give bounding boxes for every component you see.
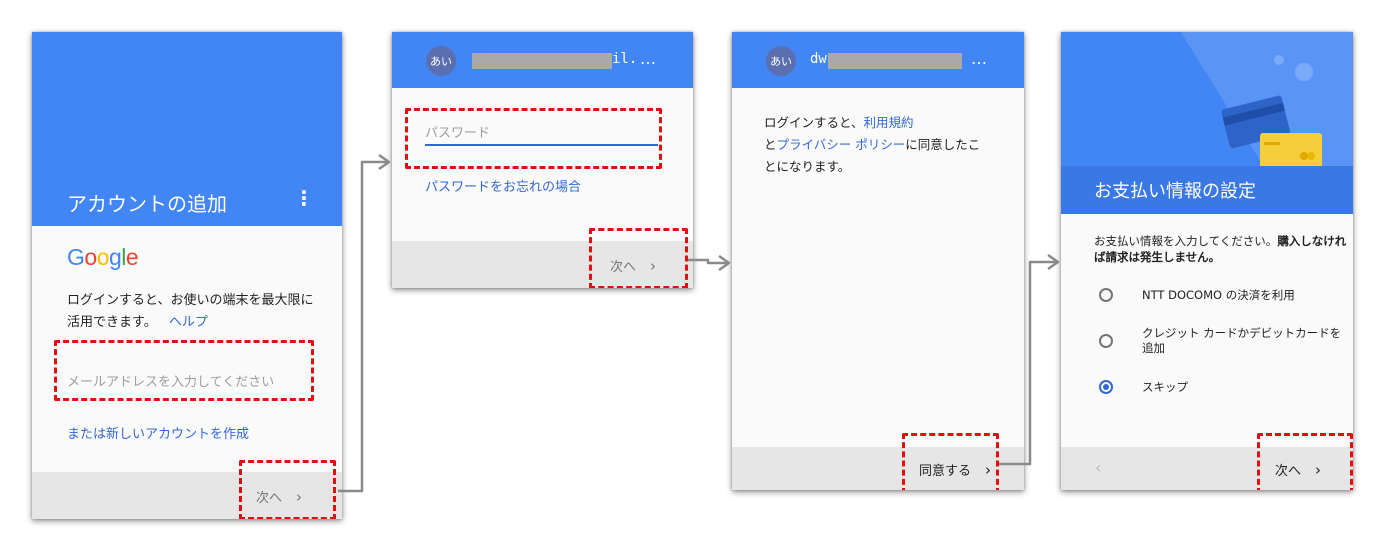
- masked-account: [472, 53, 612, 69]
- highlight-email: [54, 340, 314, 401]
- more-horiz-icon[interactable]: …: [640, 49, 656, 68]
- screen-add-account: アカウントの追加 ⋮ Google ログインすると、お使いの端末を最大限に活用で…: [32, 32, 342, 519]
- screen-terms: あい dw … ログインすると、利用規約 とプライバシー ポリシーに同意したこと…: [732, 32, 1024, 490]
- masked-account: [828, 53, 962, 69]
- login-description: ログインすると、お使いの端末を最大限に活用できます。 ヘルプ: [67, 293, 314, 330]
- payment-intro: お支払い情報を入力してください。購入しなければ請求は発生しません。: [1094, 234, 1347, 264]
- music-circle: [1295, 63, 1313, 81]
- header: アカウントの追加 ⋮: [32, 32, 342, 226]
- arrow-2: [688, 258, 728, 265]
- highlight-next: [1257, 433, 1353, 490]
- avatar: あい: [426, 46, 456, 76]
- arrow-head-1: [378, 153, 391, 171]
- page-title: アカウントの追加: [67, 192, 227, 216]
- page-title: お支払い情報の設定: [1094, 181, 1256, 202]
- arrow-head-3: [1047, 253, 1060, 271]
- arrow-head-2: [718, 254, 731, 272]
- radio-button[interactable]: [1099, 334, 1113, 348]
- arrow-1: [338, 160, 388, 493]
- more-vert-icon[interactable]: ⋮: [294, 186, 314, 210]
- music-circle: [1274, 55, 1284, 65]
- screen-password: あい il. … パスワード パスワードをお忘れの場合 次へ ›: [392, 32, 693, 288]
- header: あい dw …: [732, 32, 1024, 88]
- avatar: あい: [766, 46, 796, 76]
- screen-payment: お支払い情報の設定 お支払い情報を入力してください。購入しなければ請求は発生しま…: [1061, 32, 1353, 490]
- highlight-agree: [902, 433, 999, 490]
- account-suffix: il.: [612, 51, 638, 67]
- radio-button[interactable]: [1099, 380, 1113, 394]
- terms-link[interactable]: 利用規約: [864, 115, 914, 130]
- more-horiz-icon[interactable]: …: [971, 49, 987, 68]
- account-prefix: dw: [810, 51, 827, 67]
- highlight-next: [239, 460, 336, 519]
- header: お支払い情報の設定: [1061, 32, 1353, 214]
- radio-button[interactable]: [1099, 288, 1113, 302]
- privacy-link[interactable]: プライバシー ポリシー: [777, 137, 906, 152]
- create-account-link[interactable]: または新しいアカウントを作成: [67, 423, 249, 442]
- help-link[interactable]: ヘルプ: [169, 315, 208, 330]
- forgot-password-link[interactable]: パスワードをお忘れの場合: [425, 176, 581, 195]
- highlight-password: [405, 108, 662, 169]
- google-logo: Google: [67, 244, 139, 270]
- chevron-left-icon[interactable]: ‹: [1095, 458, 1101, 477]
- yellow-card-icon: [1260, 133, 1322, 170]
- header: あい il. …: [392, 32, 693, 88]
- highlight-next: [589, 228, 688, 288]
- terms-text: ログインすると、利用規約 とプライバシー ポリシーに同意したことになります。: [764, 115, 981, 174]
